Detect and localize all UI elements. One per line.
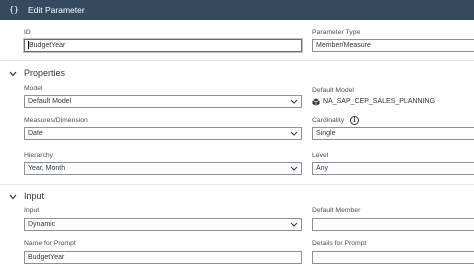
name-for-prompt-label: Name for Prompt (24, 240, 76, 247)
level-label: Level (312, 152, 329, 159)
divider (0, 60, 474, 61)
chevron-down-icon (290, 131, 298, 136)
input-section-title[interactable]: Input (24, 191, 44, 201)
chevron-down-icon[interactable] (9, 71, 17, 77)
default-model-value: NA_SAP_CEP_SALES_PLANNING (323, 98, 436, 105)
cardinality-value: Single (316, 130, 336, 137)
cardinality-select[interactable]: Single (312, 127, 474, 140)
cube-icon (312, 98, 320, 106)
chevron-down-icon[interactable] (9, 194, 17, 200)
name-for-prompt-input[interactable]: BudgetYear (24, 251, 302, 264)
dialog-title: Edit Parameter (28, 5, 85, 15)
properties-section-title[interactable]: Properties (24, 68, 65, 78)
default-model-label: Default Model (312, 87, 354, 94)
parameter-type-field[interactable]: Member/Measure (312, 39, 474, 52)
info-icon[interactable]: i (350, 116, 359, 125)
id-input[interactable]: BudgetYear (23, 38, 303, 53)
input-label: Input (24, 207, 40, 214)
hierarchy-value: Year, Month (28, 165, 66, 172)
chevron-down-icon (290, 222, 298, 227)
model-select[interactable]: Default Model (24, 95, 302, 108)
measures-dimension-select[interactable]: Date (24, 127, 302, 140)
name-for-prompt-value: BudgetYear (28, 254, 65, 261)
input-select[interactable]: Dynamic (24, 218, 302, 231)
id-label: ID (24, 29, 31, 36)
divider (0, 184, 474, 185)
details-for-prompt-input[interactable] (312, 251, 474, 264)
braces-icon: {} (9, 5, 19, 14)
level-value: Any (316, 165, 329, 172)
cardinality-label: Cardinality (312, 117, 345, 124)
level-select[interactable]: Any (312, 162, 474, 175)
parameter-type-label: Parameter Type (312, 29, 361, 36)
measures-dimension-label: Measures/Dimension (24, 117, 88, 124)
model-value: Default Model (28, 98, 72, 105)
parameter-type-value: Member/Measure (316, 42, 371, 49)
chevron-down-icon (290, 99, 298, 104)
default-member-input[interactable] (312, 218, 474, 231)
details-for-prompt-label: Details for Prompt (312, 240, 367, 247)
input-value: Dynamic (28, 221, 56, 228)
chevron-down-icon (290, 166, 298, 171)
measures-dimension-value: Date (28, 130, 43, 137)
hierarchy-select[interactable]: Year, Month (24, 162, 302, 175)
model-label: Model (24, 85, 43, 92)
default-member-label: Default Member (312, 207, 361, 214)
dialog-header: {} Edit Parameter (0, 0, 474, 20)
hierarchy-label: Hierarchy (24, 152, 54, 159)
id-value: BudgetYear (29, 42, 66, 49)
